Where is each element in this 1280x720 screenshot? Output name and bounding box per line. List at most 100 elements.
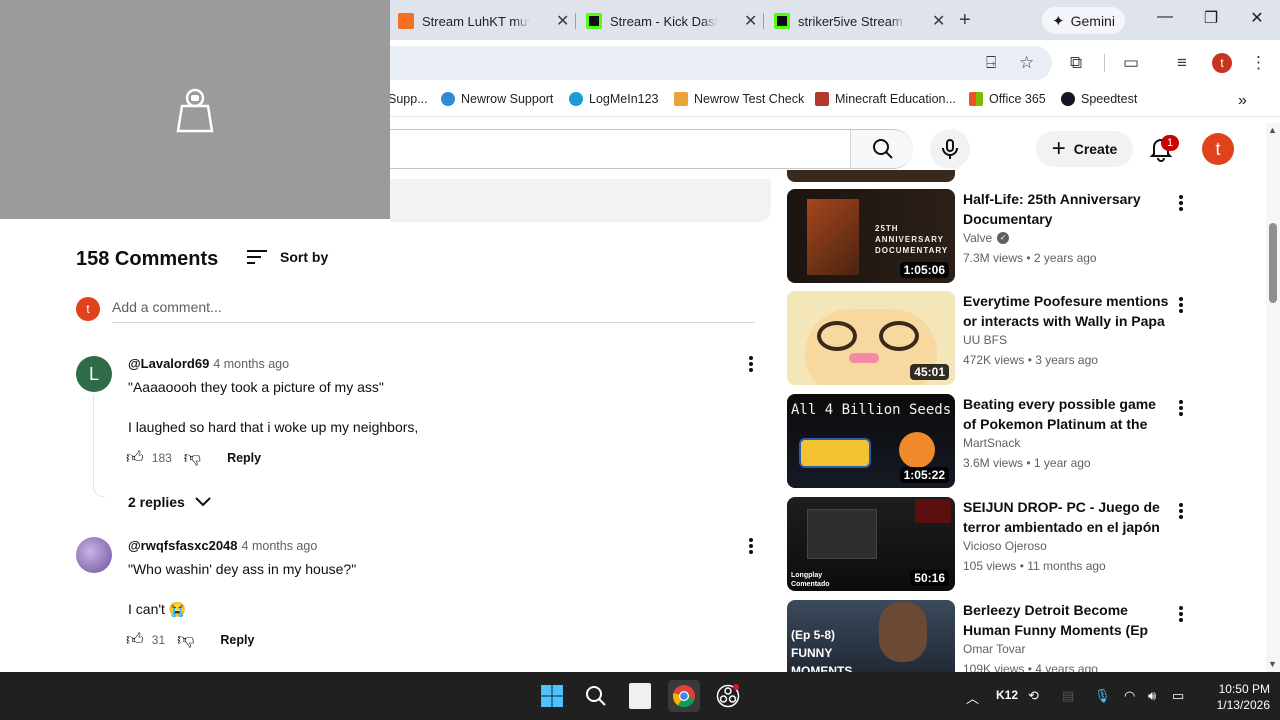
tab-striker5ive-stream[interactable]: striker5ive Stream - W ✕ [774, 6, 945, 36]
video-thumbnail[interactable]: Longplay Comentado 50:16 [787, 497, 955, 591]
new-tab-button[interactable]: + [959, 9, 971, 32]
bookmark-logmein123[interactable]: LogMeIn123 [569, 92, 659, 106]
keyboard-icon[interactable]: ▤ [1062, 688, 1074, 704]
comment-more-icon[interactable] [749, 356, 753, 374]
channel-name[interactable]: Valve [963, 231, 992, 245]
video-title[interactable]: Half-Life: 25th Anniversary Documentary [963, 189, 1169, 229]
sync-icon[interactable]: ⟲ [1028, 688, 1039, 704]
channel-name[interactable]: MartSnack [963, 436, 1020, 450]
channel-name[interactable]: Omar Tovar [963, 642, 1025, 656]
bookmark-support[interactable]: Supp... [388, 92, 428, 106]
gemini-button[interactable]: ✦ Gemini [1042, 7, 1125, 34]
chrome-taskbar-app[interactable] [668, 680, 700, 712]
wifi-icon[interactable]: ◠ [1124, 688, 1135, 704]
video-more-icon[interactable] [1179, 606, 1183, 624]
comment-avatar[interactable] [76, 537, 112, 573]
bookmark-office-365[interactable]: Office 365 [969, 92, 1046, 106]
tab-search-icon[interactable]: ▭ [1123, 53, 1139, 73]
bookmark-star-icon[interactable]: ☆ [1019, 53, 1034, 73]
youtube-account-avatar[interactable]: t [1202, 133, 1234, 165]
volume-icon[interactable]: 🔊︎ [1148, 688, 1156, 704]
author-handle[interactable]: @Lavalord69 [128, 356, 209, 371]
video-more-icon[interactable] [1179, 195, 1183, 213]
show-hidden-icons-icon[interactable]: ︿ [966, 688, 979, 707]
close-tab-icon[interactable]: ✕ [744, 11, 757, 31]
system-clock[interactable]: 10:50 PM 1/13/2026 [1200, 681, 1270, 713]
recommended-video[interactable]: All 4 Billion Seeds 1:05:22 Beating ever… [787, 394, 1187, 490]
microphone-in-use-icon[interactable]: 🎙︎ [1094, 688, 1111, 704]
like-icon[interactable]: 👍︎ [126, 447, 144, 468]
video-more-icon[interactable] [1179, 297, 1183, 315]
video-title[interactable]: Berleezy Detroit Become Human Funny Mome… [963, 600, 1169, 640]
page-scrollbar[interactable]: ▲ ▼ [1266, 123, 1280, 672]
bookmark-newrow-test-check[interactable]: Newrow Test Check [674, 92, 804, 106]
reply-button[interactable]: Reply [220, 633, 254, 647]
video-thumbnail[interactable]: (Ep 5-8) FUNNY MOMENTS [787, 600, 955, 672]
channel-name[interactable]: UU BFS [963, 333, 1007, 347]
sort-comments-button[interactable]: Sort by [246, 248, 328, 266]
recommended-video[interactable]: (Ep 5-8) FUNNY MOMENTS Berleezy Detroit … [787, 600, 1187, 672]
install-app-icon[interactable]: ⍈ [986, 53, 996, 73]
voice-search-button[interactable] [930, 129, 970, 169]
extensions-icon[interactable]: ⧉ [1070, 53, 1082, 73]
previous-video-thumbnail-edge[interactable] [787, 170, 955, 182]
comment-avatar[interactable]: L [76, 356, 112, 392]
comment-author[interactable]: @Lavalord69 4 months ago [128, 356, 289, 371]
add-comment-input[interactable]: Add a comment... [112, 299, 755, 323]
video-title[interactable]: Everytime Poofesure mentions or interact… [963, 291, 1169, 331]
video-channel[interactable]: Vicioso Ojeroso [963, 539, 1047, 553]
video-title[interactable]: SEIJUN DROP- PC - Juego de terror ambien… [963, 497, 1169, 537]
comment-time[interactable]: 4 months ago [242, 539, 318, 553]
tab-kick-dashboard[interactable]: Stream - Kick Dashboard ✕ [586, 6, 757, 36]
video-thumbnail[interactable]: All 4 Billion Seeds 1:05:22 [787, 394, 955, 488]
k12-tray-label[interactable]: K12 [996, 688, 1018, 702]
bookmark-speedtest[interactable]: Speedtest [1061, 92, 1137, 106]
recommended-video[interactable]: Longplay Comentado 50:16 SEIJUN DROP- PC… [787, 497, 1187, 593]
start-button[interactable] [536, 680, 568, 712]
tab-luhkt-music[interactable]: Stream LuhKT music ✕ [398, 6, 569, 36]
channel-name[interactable]: Vicioso Ojeroso [963, 539, 1047, 553]
minimize-button[interactable]: — [1150, 8, 1180, 26]
video-channel[interactable]: MartSnack [963, 436, 1020, 450]
scrollbar-thumb[interactable] [1269, 223, 1277, 303]
media-controls-icon[interactable]: ≡ [1177, 53, 1187, 73]
video-channel[interactable]: Valve ✓ [963, 231, 1010, 245]
author-handle[interactable]: @rwqfsfasxc2048 [128, 538, 238, 553]
bookmarks-overflow-button[interactable]: » [1238, 92, 1247, 110]
search-button[interactable] [580, 680, 612, 712]
bookmark-minecraft-education[interactable]: Minecraft Education... [815, 92, 956, 106]
terms-of-use-app[interactable] [624, 680, 656, 712]
close-tab-icon[interactable]: ✕ [556, 11, 569, 31]
video-player[interactable] [0, 0, 390, 219]
comment-author[interactable]: @rwqfsfasxc2048 4 months ago [128, 538, 317, 553]
youtube-search-button[interactable] [850, 130, 913, 168]
video-thumbnail[interactable]: 45:01 [787, 291, 955, 385]
video-more-icon[interactable] [1179, 503, 1183, 521]
browser-profile-avatar[interactable]: t [1212, 53, 1232, 73]
browser-menu-icon[interactable]: ⋮ [1250, 53, 1267, 73]
bookmark-newrow-support[interactable]: Newrow Support [441, 92, 553, 106]
close-tab-icon[interactable]: ✕ [932, 11, 945, 31]
view-replies-button[interactable]: 2 replies [128, 494, 211, 510]
create-button[interactable]: + Create [1036, 131, 1133, 167]
comment-time[interactable]: 4 months ago [213, 357, 289, 371]
reply-button[interactable]: Reply [227, 451, 261, 465]
video-more-icon[interactable] [1179, 400, 1183, 418]
recommended-video[interactable]: 45:01 Everytime Poofesure mentions or in… [787, 291, 1187, 387]
video-description-box[interactable] [390, 179, 771, 222]
battery-icon[interactable]: ▭ [1172, 688, 1184, 704]
video-title[interactable]: Beating every possible game of Pokemon P… [963, 394, 1169, 434]
dislike-icon[interactable]: 👎︎ [184, 447, 201, 468]
dislike-icon[interactable]: 👎︎ [177, 629, 194, 650]
scroll-up-arrow-icon[interactable]: ▲ [1268, 125, 1277, 135]
video-channel[interactable]: UU BFS [963, 333, 1007, 347]
obs-taskbar-app[interactable] [712, 680, 744, 712]
comment-more-icon[interactable] [749, 538, 753, 556]
close-window-button[interactable]: ✕ [1242, 8, 1272, 28]
video-channel[interactable]: Omar Tovar [963, 642, 1025, 656]
scroll-down-arrow-icon[interactable]: ▼ [1268, 659, 1277, 669]
like-icon[interactable]: 👍︎ [126, 629, 144, 650]
restore-button[interactable]: ❐ [1196, 8, 1226, 28]
video-thumbnail[interactable]: 25TH ANNIVERSARY DOCUMENTARY 1:05:06 [787, 189, 955, 283]
recommended-video[interactable]: 25TH ANNIVERSARY DOCUMENTARY 1:05:06 Hal… [787, 189, 1187, 285]
